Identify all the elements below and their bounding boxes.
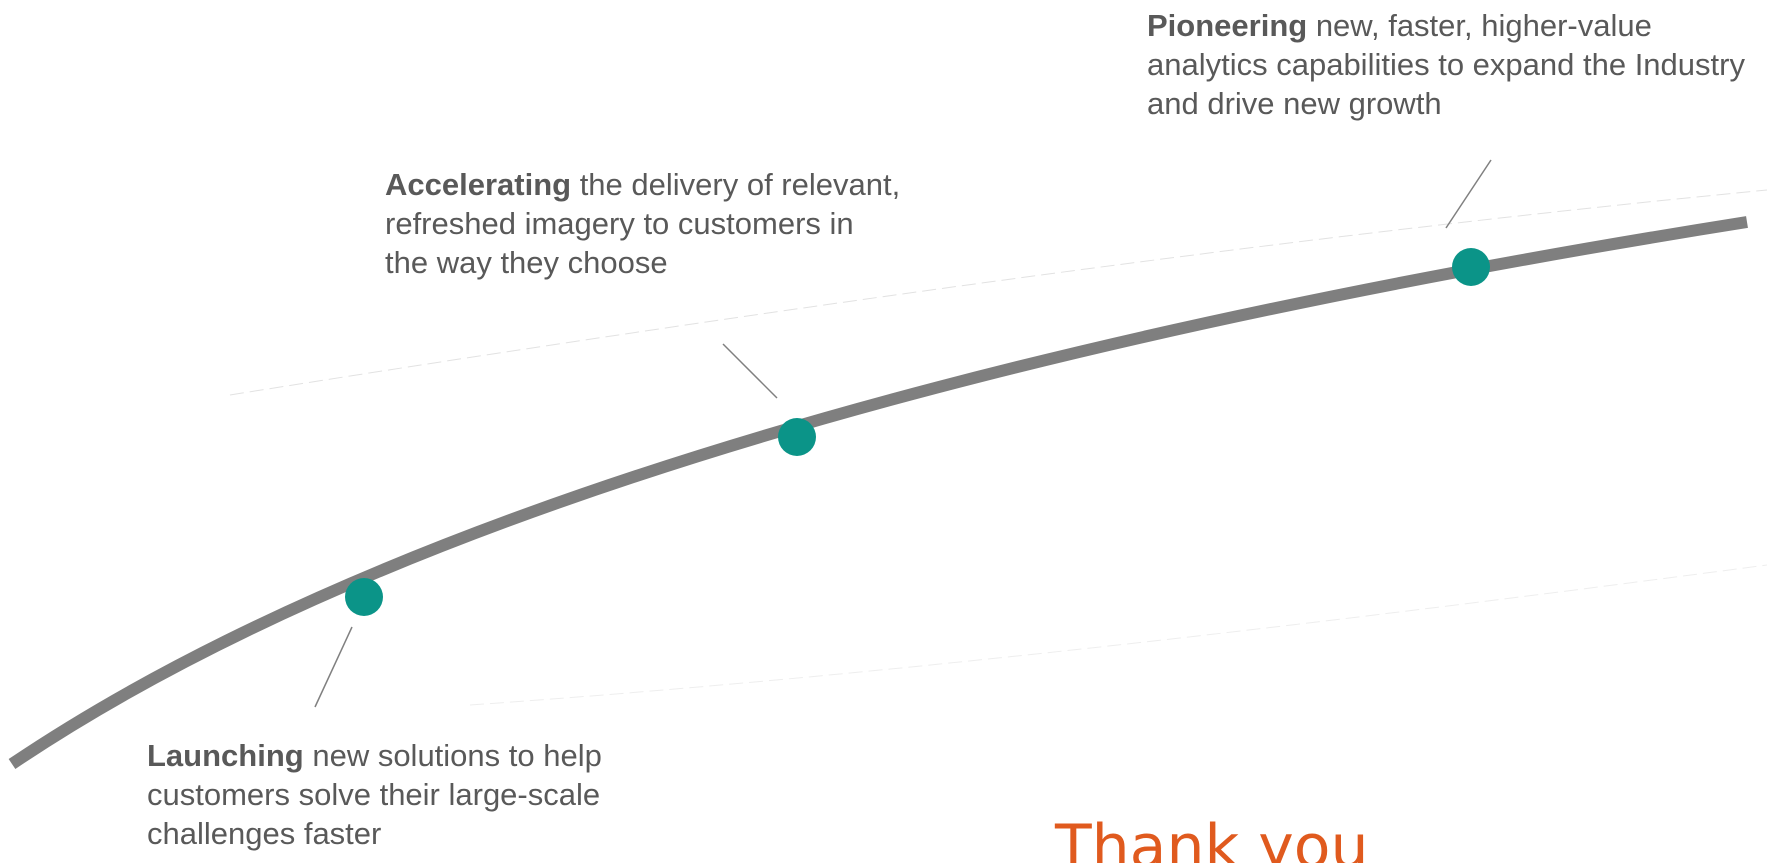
- growth-curve: [8, 216, 1748, 769]
- callout-keyword: Accelerating: [385, 167, 572, 202]
- callout-accelerating: Accelerating the delivery of relevant, r…: [385, 165, 905, 282]
- growth-curve-diagram: [8, 159, 1767, 769]
- milestone-dot-launching: [345, 578, 383, 616]
- callout-launching: Launching new solutions to help customer…: [147, 736, 627, 853]
- callout-keyword: Pioneering: [1147, 8, 1308, 43]
- closing-title: Thank you: [1055, 812, 1369, 863]
- milestone-dot-accelerating: [778, 418, 816, 456]
- milestone-dot-pioneering: [1452, 248, 1490, 286]
- leader-line-accelerating: [722, 343, 778, 399]
- callout-keyword: Launching: [147, 738, 304, 773]
- faint-guide-line-lower: [469, 564, 1767, 706]
- callout-pioneering: Pioneering new, faster, higher-value ana…: [1147, 6, 1767, 123]
- slide: Pioneering new, faster, higher-value ana…: [0, 0, 1767, 863]
- leader-line-pioneering: [1445, 159, 1492, 229]
- leader-line-launching: [314, 626, 353, 708]
